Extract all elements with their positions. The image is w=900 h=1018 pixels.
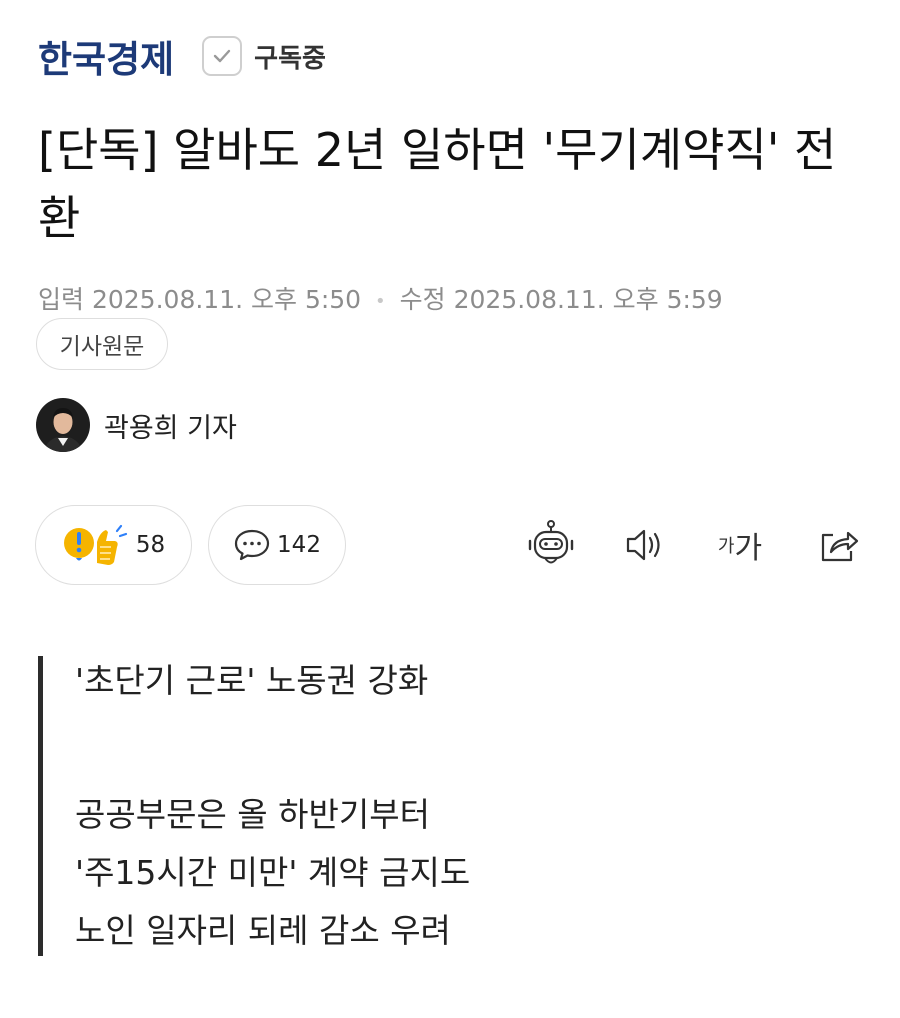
speaker-icon xyxy=(626,529,660,561)
reporter-avatar xyxy=(36,398,90,452)
article-header: 한국경제 구독중 xyxy=(38,30,326,82)
font-size-small-glyph: 가 xyxy=(717,536,735,557)
separator-dot: • xyxy=(375,290,386,312)
share-button[interactable] xyxy=(810,515,866,575)
input-label: 입력 xyxy=(38,285,85,314)
original-article-button[interactable]: 기사원문 xyxy=(36,318,168,370)
summary-line: '주15시간 미만' 계약 금지도 xyxy=(75,853,471,892)
summary-line: 공공부문은 올 하반기부터 xyxy=(75,795,430,834)
share-icon xyxy=(821,531,859,562)
comment-button[interactable]: 142 xyxy=(208,505,346,585)
summary-line: 노인 일자리 되레 감소 우려 xyxy=(75,911,451,950)
subscribe-checkbox[interactable] xyxy=(202,36,243,76)
reaction-icon xyxy=(63,524,127,565)
input-time: 2025.08.11. 오후 5:50 xyxy=(91,285,362,314)
check-icon xyxy=(213,49,231,63)
font-size-large-glyph: 가 xyxy=(734,531,763,566)
article-title: [단독] 알바도 2년 일하면 '무기계약직' 전환 xyxy=(38,123,837,245)
subscribe-label[interactable]: 구독중 xyxy=(254,38,326,75)
ai-bot-icon xyxy=(528,520,574,564)
reporter-name: 곽용희 기자 xyxy=(104,412,237,444)
comment-count: 142 xyxy=(277,532,321,558)
press-logo[interactable]: 한국경제 xyxy=(38,29,174,83)
comment-icon xyxy=(234,529,270,561)
reaction-button[interactable]: 58 xyxy=(35,505,192,585)
read-aloud-button[interactable] xyxy=(618,515,674,575)
article-summary: '초단기 근로' 노동권 강화 공공부문은 올 하반기부터 '주15시간 미만'… xyxy=(38,656,858,956)
font-size-button[interactable]: 가가 xyxy=(710,515,770,575)
article-timestamps: 입력 2025.08.11. 오후 5:50 • 수정 2025.08.11. … xyxy=(38,280,723,316)
reporter-info[interactable]: 곽용희 기자 xyxy=(36,398,237,452)
modified-time: 2025.08.11. 오후 5:59 xyxy=(453,285,723,314)
reaction-count: 58 xyxy=(135,532,166,558)
ai-summary-button[interactable] xyxy=(523,515,579,575)
summary-line: '초단기 근로' 노동권 강화 xyxy=(75,661,429,700)
modified-label: 수정 xyxy=(399,285,446,314)
